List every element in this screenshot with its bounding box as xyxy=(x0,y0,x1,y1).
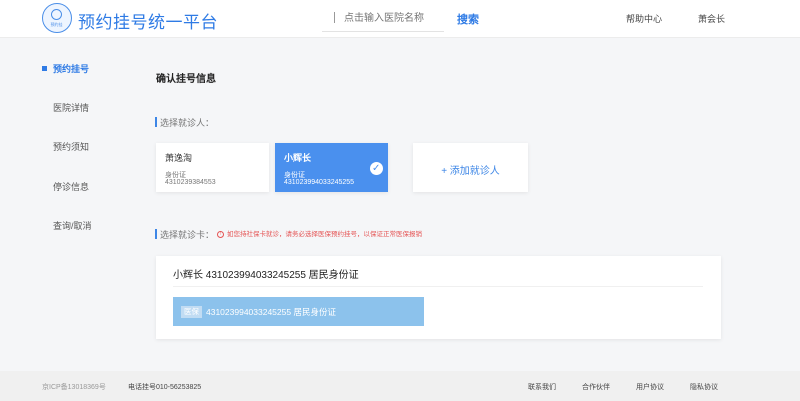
search-button[interactable]: 搜索 xyxy=(457,11,479,27)
insurance-card-option[interactable]: 医保 431023994033245255 居民身份证 xyxy=(173,297,424,326)
sidebar-item-label: 停诊信息 xyxy=(53,182,90,192)
sidebar-item-hospital-details[interactable]: 医院详情 xyxy=(0,97,128,117)
footer-link-contact[interactable]: 联系我们 xyxy=(528,382,556,392)
platform-title[interactable]: 预约挂号统一平台 xyxy=(78,8,218,33)
patient-card-selected[interactable]: 小辉长 身份证 431023994033245255 ✓ xyxy=(275,143,388,192)
footer-link-user-agreement[interactable]: 用户协议 xyxy=(636,382,664,392)
footer: 京ICP备13018369号 电话挂号010-56253825 联系我们 合作伙… xyxy=(0,371,800,401)
footer-link-privacy[interactable]: 隐私协议 xyxy=(690,382,718,392)
logo-icon[interactable]: 预约挂 xyxy=(42,3,72,33)
patient-name: 小辉长 xyxy=(284,153,312,163)
insurance-warning: ! 如您持社保卡就诊，请务必选择医保预约挂号，以保证正常医保报销 xyxy=(217,228,422,238)
sidebar-item-label: 预约挂号 xyxy=(53,64,90,74)
active-bullet-icon xyxy=(42,66,47,71)
search-input[interactable] xyxy=(344,8,442,28)
footer-link-partners[interactable]: 合作伙伴 xyxy=(582,382,610,392)
card-section-label: 选择就诊卡： xyxy=(155,228,215,241)
add-patient-button[interactable]: + 添加就诊人 xyxy=(413,143,528,192)
icp-license[interactable]: 京ICP备13018369号 xyxy=(42,382,106,392)
check-icon: ✓ xyxy=(370,162,383,175)
insurance-badge: 医保 xyxy=(181,306,202,318)
warning-text: 如您持社保卡就诊，请务必选择医保预约挂号，以保证正常医保报销 xyxy=(227,231,422,238)
user-name-link[interactable]: 萧会长 xyxy=(698,12,725,25)
patient-section-text: 选择就诊人： xyxy=(160,118,215,128)
main-content: 确认挂号信息 选择就诊人： 萧逸淘 身份证 4310239384553 小辉长 … xyxy=(140,38,740,363)
help-center-link[interactable]: 帮助中心 xyxy=(626,12,662,25)
card-number-text: 431023994033245255 居民身份证 xyxy=(206,307,336,317)
patient-name: 萧逸淘 xyxy=(165,153,193,163)
card-section-text: 选择就诊卡： xyxy=(160,230,215,240)
sidebar-item-suspension-info[interactable]: 停诊信息 xyxy=(0,176,128,196)
search-box xyxy=(322,5,444,32)
divider xyxy=(173,286,703,287)
card-holder-info: 小辉长 431023994033245255 居民身份证 xyxy=(173,270,359,281)
page-title: 确认挂号信息 xyxy=(156,74,216,85)
section-marker xyxy=(155,117,157,127)
logo-mark xyxy=(51,9,62,20)
logo-text: 预约挂 xyxy=(50,22,63,27)
phone-booking: 电话挂号010-56253825 xyxy=(128,384,202,391)
header: 预约挂 预约挂号统一平台 搜索 帮助中心 萧会长 xyxy=(0,0,800,38)
sidebar-item-query-cancel[interactable]: 查询/取消 xyxy=(0,215,128,235)
sidebar-item-label: 查询/取消 xyxy=(53,221,92,231)
sidebar-item-notice[interactable]: 预约须知 xyxy=(0,136,128,156)
patient-section-label: 选择就诊人： xyxy=(155,116,215,129)
sidebar-item-label: 医院详情 xyxy=(53,103,90,113)
patient-id-number: 431023994033245255 xyxy=(284,179,355,186)
patient-id-number: 4310239384553 xyxy=(165,179,216,186)
section-marker xyxy=(155,229,157,239)
add-patient-label: + 添加就诊人 xyxy=(441,166,500,177)
warning-icon: ! xyxy=(217,230,224,238)
sidebar-item-appointment[interactable]: 预约挂号 xyxy=(0,58,128,78)
sidebar-item-label: 预约须知 xyxy=(53,142,90,152)
search-cursor-icon xyxy=(334,12,338,23)
patient-card[interactable]: 萧逸淘 身份证 4310239384553 xyxy=(156,143,269,192)
card-panel: 小辉长 431023994033245255 居民身份证 医保 43102399… xyxy=(156,256,721,339)
